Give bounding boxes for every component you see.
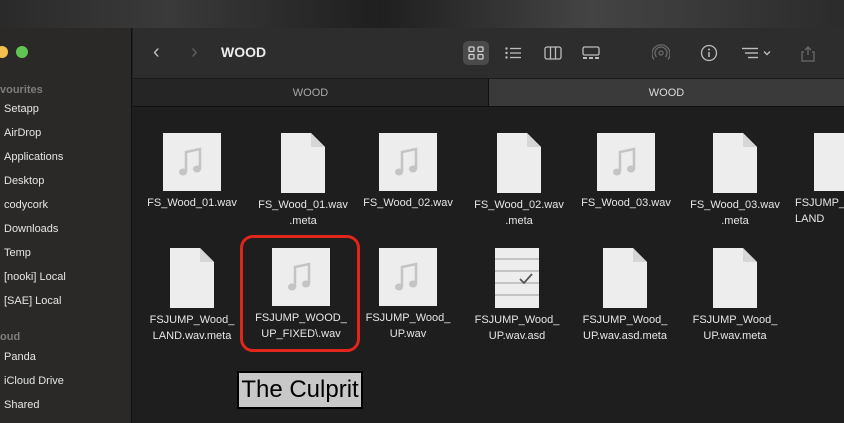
file-name: FSJUMP_Wood_ UP.wav (365, 312, 451, 340)
file-item[interactable]: FS_Wood_02.wav .meta (460, 132, 578, 229)
sidebar-item-panda[interactable]: Panda (4, 351, 36, 363)
file-name: FS_Wood_01.wav .meta (258, 199, 348, 227)
share-icon (801, 46, 815, 62)
file-item[interactable]: FS_Wood_01.wav (133, 132, 251, 211)
file-item[interactable]: FS_Wood_01.wav .meta (244, 132, 362, 229)
sidebar-section-favourites: vourites (0, 84, 43, 96)
group-list-icon (742, 47, 771, 59)
file-item[interactable]: FS_Wood_03.wav .meta (676, 132, 794, 229)
checklist-document-icon (495, 248, 539, 308)
file-item[interactable]: FS_Wood_02.wav (349, 132, 467, 211)
file-name: FSJUMP_Wood_ UP.wav.meta (692, 314, 778, 342)
icon-view-button[interactable] (463, 41, 489, 65)
list-view-button[interactable] (500, 41, 526, 65)
finder-main: ‹ › WOOD WOOD WOOD FS_Wood_01.wav FS_Woo… (133, 28, 844, 423)
file-name: FS_Wood_03.wav (581, 197, 671, 209)
file-item[interactable]: FSJUMP_ LAND (783, 132, 844, 227)
file-name: FSJUMP_Wood_ LAND.wav.meta (149, 314, 235, 342)
sidebar-item-icloud-drive[interactable]: iCloud Drive (4, 375, 64, 387)
gallery-view-button[interactable] (578, 41, 604, 65)
window-controls (0, 46, 28, 58)
audio-file-icon (163, 133, 221, 191)
sidebar-item-shared[interactable]: Shared (4, 399, 39, 411)
file-item[interactable]: FSJUMP_Wood_ UP.wav.asd.meta (566, 247, 684, 344)
annotation-label: The Culprit (237, 371, 363, 409)
zoom-button[interactable] (16, 46, 28, 58)
column-view-button[interactable] (540, 41, 566, 65)
columns-icon (544, 46, 562, 60)
tab-wood-1[interactable]: WOOD (133, 79, 488, 107)
annotation-highlight-ring (240, 235, 360, 352)
minimize-button[interactable] (0, 46, 8, 58)
sidebar-item-temp[interactable]: Temp (4, 247, 31, 259)
file-item[interactable]: FSJUMP_Wood_ UP.wav.asd (458, 247, 576, 344)
document-icon (603, 248, 647, 308)
sidebar-item-codycork[interactable]: codycork (4, 199, 48, 211)
file-name: FSJUMP_Wood_ UP.wav.asd (474, 314, 560, 342)
sidebar-item-setapp[interactable]: Setapp (4, 103, 39, 115)
file-name: FS_Wood_02.wav (363, 197, 453, 209)
audio-file-icon (379, 133, 437, 191)
gallery-icon (582, 46, 600, 59)
sidebar-item-nooki-local[interactable]: [nooki] Local (4, 271, 66, 283)
toolbar: ‹ › WOOD (133, 28, 844, 79)
file-item[interactable]: FS_Wood_03.wav (567, 132, 685, 211)
sidebar-section-icloud: oud (0, 331, 21, 343)
window-title: WOOD (221, 44, 267, 60)
tab-wood-2[interactable]: WOOD (488, 79, 844, 107)
file-name: FSJUMP_ LAND (795, 197, 844, 225)
tab-bar: WOOD WOOD (133, 79, 844, 107)
audio-file-icon (379, 248, 437, 306)
info-icon (700, 44, 718, 62)
sidebar-item-desktop[interactable]: Desktop (4, 175, 44, 187)
file-item[interactable]: FSJUMP_Wood_ UP.wav (349, 247, 467, 342)
group-by-button[interactable] (737, 41, 777, 65)
file-item[interactable]: FSJUMP_Wood_ UP.wav.meta (676, 247, 794, 344)
sidebar-item-applications[interactable]: Applications (4, 151, 63, 163)
airdrop-button[interactable] (648, 41, 674, 65)
list-icon (505, 47, 521, 59)
sidebar-item-downloads[interactable]: Downloads (4, 223, 58, 235)
file-name: FSJUMP_Wood_ UP.wav.asd.meta (582, 314, 668, 342)
file-name: FS_Wood_02.wav .meta (474, 199, 564, 227)
document-icon (281, 133, 325, 193)
audio-file-icon (814, 133, 844, 191)
sidebar-item-sae-local[interactable]: [SAE] Local (4, 295, 61, 307)
grid-icon (468, 46, 484, 60)
file-item[interactable]: FSJUMP_Wood_ LAND.wav.meta (133, 247, 251, 344)
file-name: FS_Wood_03.wav .meta (690, 199, 780, 227)
desktop-wallpaper (0, 0, 844, 28)
document-icon (713, 133, 757, 193)
file-name: FS_Wood_01.wav (147, 197, 237, 209)
audio-file-icon (597, 133, 655, 191)
document-icon (170, 248, 214, 308)
document-icon (497, 133, 541, 193)
airdrop-icon (652, 44, 670, 60)
document-icon (713, 248, 757, 308)
share-button[interactable] (795, 41, 821, 65)
get-info-button[interactable] (696, 41, 722, 65)
sidebar-item-airdrop[interactable]: AirDrop (4, 127, 41, 139)
forward-button[interactable]: › (191, 42, 198, 62)
back-button[interactable]: ‹ (153, 42, 160, 62)
sidebar: vourites Setapp AirDrop Applications Des… (0, 28, 132, 423)
